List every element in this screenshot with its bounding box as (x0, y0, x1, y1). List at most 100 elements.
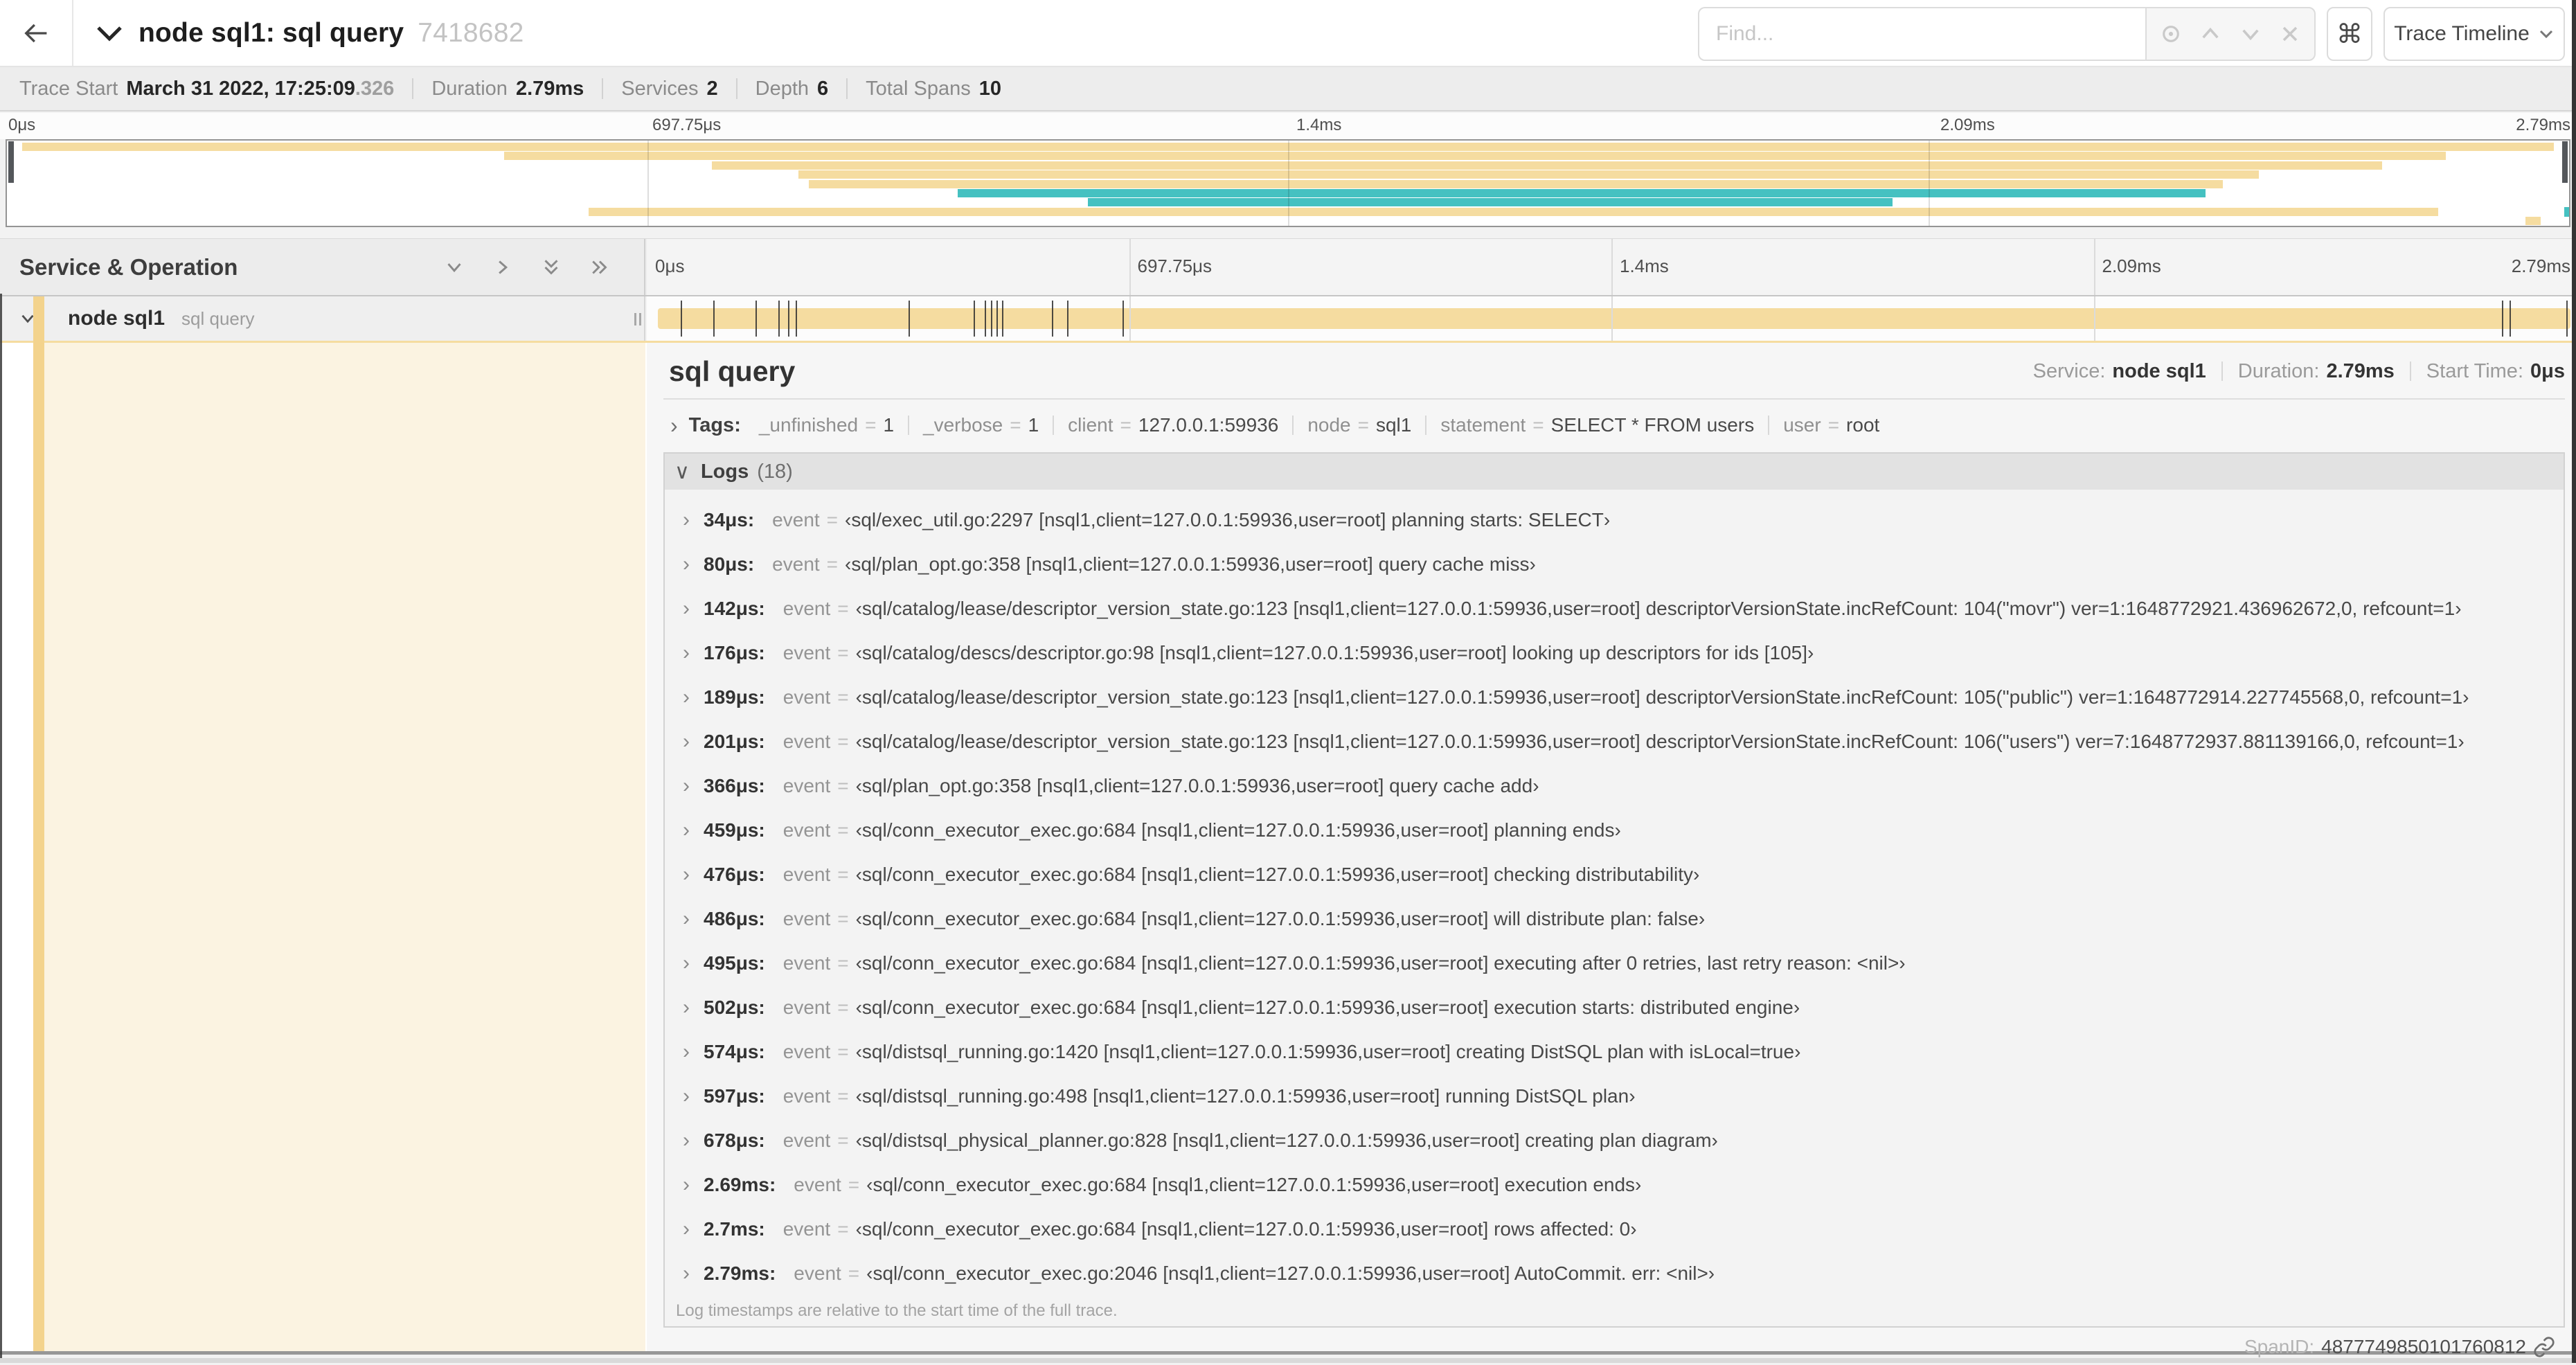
log-timestamp: 502μs: (704, 997, 765, 1018)
log-row[interactable]: › 678μs: event = ‹sql/distsql_physical_plann… (676, 1118, 2564, 1163)
log-equals: = (837, 642, 849, 663)
trace-expander-button[interactable] (94, 18, 127, 48)
tag-key: node (1307, 414, 1351, 436)
log-marker-tick (755, 301, 757, 337)
log-timestamp: 201μs: (704, 731, 765, 752)
log-field-key: event (782, 731, 831, 752)
log-row[interactable]: › 476μs: event = ‹sql/conn_executor_exec.go:… (676, 853, 2564, 897)
log-timestamp: 189μs: (704, 686, 765, 708)
tags-row[interactable]: › Tags: _unfinished = 1 _verbose = 1 client = 12… (663, 409, 2565, 441)
trace-title: node sql1: sql query 7418682 (138, 17, 524, 48)
tag-item[interactable]: _verbose = 1 (923, 414, 1039, 436)
log-row[interactable]: › 201μs: event = ‹sql/catalog/lease/descript… (676, 720, 2564, 764)
log-field-value: ‹sql/catalog/lease/descriptor_version_st… (855, 731, 2465, 752)
chevron-right-icon: › (683, 508, 690, 531)
link-icon[interactable] (2533, 1336, 2555, 1358)
expand-one-icon[interactable] (489, 248, 517, 287)
log-row[interactable]: › 459μs: event = ‹sql/conn_executor_exec.go:… (676, 808, 2564, 853)
span-duration-bar[interactable] (658, 308, 2570, 329)
log-marker-tick (2501, 301, 2503, 337)
time-tick-label: 1.4ms (1296, 116, 1342, 134)
find-input[interactable] (1699, 22, 2145, 46)
chevron-right-icon: › (683, 907, 690, 930)
tag-item[interactable]: node = sql1 (1307, 414, 1411, 436)
span-detail-row: sql query Service: node sql1 Duration: 2.79… (0, 341, 2576, 1358)
log-field-key: event (772, 509, 820, 530)
locate-icon[interactable] (2156, 15, 2186, 53)
log-field-key: event (782, 819, 831, 841)
chevron-right-icon: › (683, 1173, 690, 1196)
log-marker-tick (996, 301, 998, 337)
log-field-key: event (794, 1263, 841, 1284)
log-equals: = (837, 775, 849, 796)
gridline (1929, 141, 1930, 226)
expand-all-icon[interactable] (586, 248, 614, 287)
minimap-span-bar (957, 189, 2206, 197)
log-row[interactable]: › 502μs: event = ‹sql/conn_executor_exec.go:… (676, 985, 2564, 1030)
log-row[interactable]: › 486μs: event = ‹sql/conn_executor_exec.go:… (676, 897, 2564, 941)
log-row[interactable]: › 597μs: event = ‹sql/distsql_running.go:498… (676, 1074, 2564, 1118)
minimap-left-scrub-handle[interactable] (8, 141, 14, 183)
log-row[interactable]: › 176μs: event = ‹sql/catalog/descs/descript… (676, 631, 2564, 675)
logs-header[interactable]: ∨ Logs (18) (665, 454, 2564, 490)
span-operation-name: sql query (181, 307, 255, 329)
trace-info-value: 2.79ms (515, 77, 584, 100)
tag-equals: = (1010, 414, 1021, 436)
minimap-span-bar (1088, 198, 1893, 207)
span-row: node sql1 sql query (0, 296, 2576, 341)
log-equals: = (837, 1130, 849, 1151)
tag-value: 1 (1028, 414, 1039, 436)
time-tick-label: 2.79ms (2516, 116, 2570, 134)
log-row[interactable]: › 366μs: event = ‹sql/plan_opt.go:358 [nsql1… (676, 764, 2564, 808)
log-marker-tick (1067, 301, 1069, 337)
tag-equals: = (1120, 414, 1132, 436)
log-field-value: ‹sql/distsql_running.go:1420 [nsql1,clie… (855, 1041, 1801, 1062)
separator (1425, 416, 1427, 435)
separator (1292, 416, 1294, 435)
collapse-one-icon[interactable] (440, 248, 468, 287)
tag-key: statement (1440, 414, 1526, 436)
clear-search-icon[interactable] (2275, 15, 2305, 53)
log-field-key: event (782, 642, 831, 663)
chevron-right-icon: › (683, 1040, 690, 1063)
minimap-teal-fragment (2564, 207, 2569, 217)
span-name-cell[interactable]: node sql1 sql query (0, 296, 645, 341)
next-result-icon[interactable] (2235, 15, 2266, 53)
prev-result-icon[interactable] (2195, 15, 2226, 53)
detail-header[interactable]: sql query Service: node sql1 Duration: 2.79… (663, 351, 2565, 391)
log-timestamp: 678μs: (704, 1130, 765, 1151)
minimap-right-scrub-handle[interactable] (2562, 141, 2568, 183)
detail-meta-value: 2.79ms (2326, 359, 2395, 382)
log-row[interactable]: › 34μs: event = ‹sql/exec_util.go:2297 [nsql… (676, 498, 2564, 542)
minimap-span-bar (798, 170, 2260, 179)
trace-info-value: March 31 2022, 17:25:09 (126, 77, 355, 100)
log-row[interactable]: › 80μs: event = ‹sql/plan_opt.go:358 [nsql1,… (676, 542, 2564, 587)
log-row[interactable]: › 189μs: event = ‹sql/catalog/lease/descript… (676, 675, 2564, 720)
collapse-all-icon[interactable] (537, 248, 565, 287)
trace-info-label: Depth (755, 77, 810, 100)
log-timestamp: 486μs: (704, 908, 765, 929)
view-options-button[interactable]: Trace Timeline (2383, 7, 2565, 61)
log-row[interactable]: › 2.7ms: event = ‹sql/conn_executor_exec.go:… (676, 1207, 2564, 1251)
log-marker-tick (2509, 301, 2511, 337)
log-row[interactable]: › 142μs: event = ‹sql/catalog/lease/descript… (676, 587, 2564, 631)
log-row[interactable]: › 2.79ms: event = ‹sql/conn_executor_exec.go… (676, 1251, 2564, 1296)
tag-equals: = (1532, 414, 1544, 436)
log-field-key: event (782, 686, 831, 708)
tag-item[interactable]: user = root (1783, 414, 1879, 436)
trace-info-value-fraction: .326 (355, 77, 395, 100)
log-timestamp: 459μs: (704, 819, 765, 841)
minimap-canvas[interactable] (6, 139, 2570, 227)
log-row[interactable]: › 574μs: event = ‹sql/distsql_running.go:142… (676, 1030, 2564, 1074)
column-resizer-grip[interactable] (634, 313, 641, 325)
gridline (1611, 239, 1613, 295)
log-row[interactable]: › 495μs: event = ‹sql/conn_executor_exec.go:… (676, 941, 2564, 985)
tag-item[interactable]: statement = SELECT * FROM users (1440, 414, 1754, 436)
keyboard-shortcuts-button[interactable]: ⌘ (2327, 7, 2372, 61)
log-row[interactable]: › 2.69ms: event = ‹sql/conn_executor_exec.go… (676, 1163, 2564, 1207)
tag-item[interactable]: client = 127.0.0.1:59936 (1068, 414, 1278, 436)
tag-item[interactable]: _unfinished = 1 (759, 414, 894, 436)
back-button[interactable] (0, 0, 73, 66)
log-field-value: ‹sql/conn_executor_exec.go:684 [nsql1,cl… (866, 1174, 1642, 1195)
separator (602, 78, 604, 99)
